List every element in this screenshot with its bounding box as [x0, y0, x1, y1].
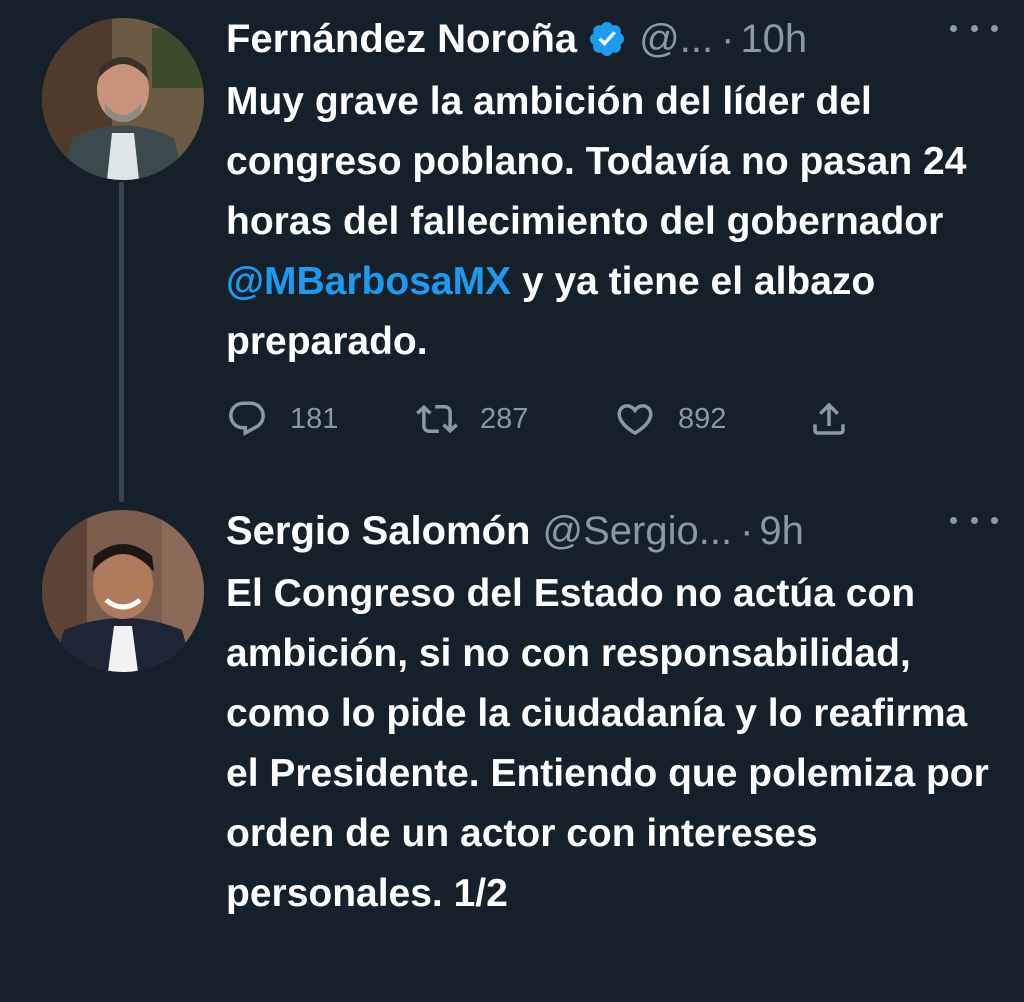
share-button[interactable]: [808, 394, 850, 444]
mention-link[interactable]: @MBarbosaMX: [226, 260, 511, 303]
share-icon: [813, 402, 845, 435]
verified-badge-icon: [587, 19, 627, 59]
like-count: 892: [678, 402, 727, 435]
tweet-header: Sergio Salomón @Sergio... · 9h: [226, 506, 1024, 556]
avatar-sergio-salomon[interactable]: [42, 510, 204, 672]
more-horizontal-icon[interactable]: [950, 508, 998, 532]
author-name[interactable]: Sergio Salomón: [226, 509, 531, 554]
heart-icon: [617, 404, 653, 436]
retweet-count: 287: [480, 402, 529, 435]
avatar-fernandez-norona[interactable]: [42, 18, 204, 180]
like-button[interactable]: 892: [614, 394, 726, 444]
tweet-text: El Congreso del Estado no actúa con ambi…: [226, 572, 989, 915]
reply-count: 181: [290, 402, 339, 435]
reply-bubble-icon: [229, 401, 265, 436]
separator-dot: ·: [721, 16, 735, 61]
author-handle[interactable]: @...: [639, 17, 713, 62]
tweet-timestamp[interactable]: 10h: [740, 17, 807, 62]
author-handle[interactable]: @Sergio...: [543, 509, 733, 554]
retweet-icon: [416, 404, 458, 434]
reply-button[interactable]: 181: [226, 394, 338, 444]
tweet-header: Fernández Noroña @... · 10h: [226, 14, 1024, 64]
tweet-timestamp[interactable]: 9h: [759, 509, 804, 554]
more-horizontal-icon[interactable]: [950, 16, 998, 40]
tweet-sergio-salomon[interactable]: Sergio Salomón @Sergio... · 9h El Congre…: [0, 500, 1024, 1002]
tweet-text: Muy grave la ambición del líder del cong…: [226, 72, 1006, 372]
tweet-text-part: Muy grave la ambición del líder del cong…: [226, 80, 967, 243]
tweet-fernandez-norona[interactable]: Fernández Noroña @... · 10h Muy grave la…: [0, 0, 1024, 500]
separator-dot: ·: [740, 508, 754, 553]
retweet-button[interactable]: 287: [416, 394, 528, 444]
author-name[interactable]: Fernández Noroña: [226, 17, 577, 62]
tweet-actions: 181 287 892: [226, 394, 866, 444]
